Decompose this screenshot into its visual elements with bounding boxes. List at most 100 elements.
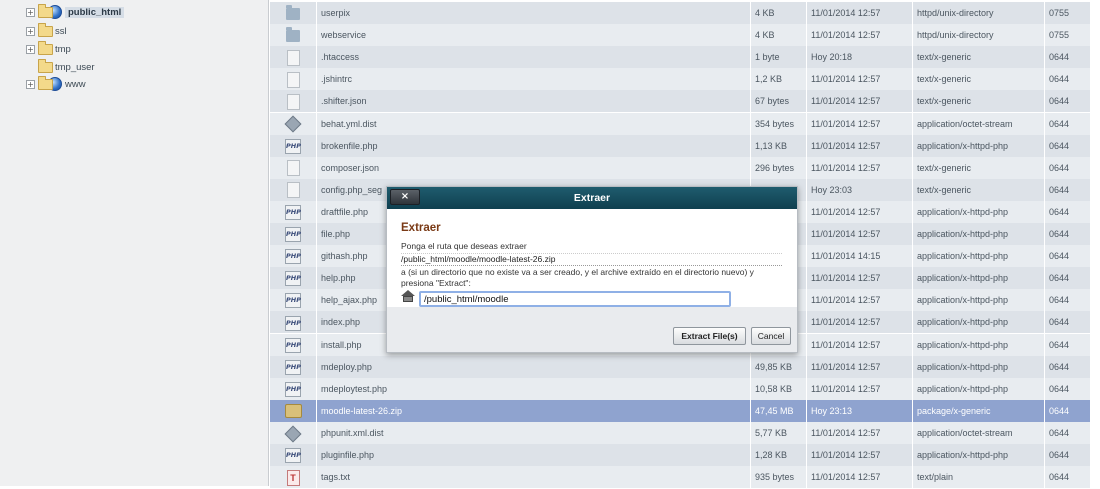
file-name[interactable]: pluginfile.php: [316, 444, 750, 466]
file-permissions: 0644: [1044, 245, 1090, 268]
expand-icon[interactable]: +: [26, 79, 35, 89]
generic-file-icon: [286, 94, 300, 111]
file-date: Hoy 23:03: [806, 178, 912, 201]
file-date: Hoy 23:13: [806, 399, 912, 422]
file-date: 11/01/2014 12:57: [806, 333, 912, 356]
file-row[interactable]: .htaccess 1 byte Hoy 20:18 text/x-generic 06…: [270, 46, 1090, 70]
tree-label[interactable]: tmp: [55, 44, 71, 55]
file-permissions: 0644: [1044, 46, 1090, 69]
file-icon-cell: PHP: [270, 444, 316, 466]
file-name[interactable]: mdeploy.php: [316, 355, 750, 378]
file-date: 11/01/2014 12:57: [806, 289, 912, 312]
file-name[interactable]: mdeploytest.php: [316, 377, 750, 400]
file-date: 11/01/2014 12:57: [806, 68, 912, 91]
file-row[interactable]: moodle-latest-26.zip 47,45 MB Hoy 23:13 pac…: [270, 399, 1090, 423]
file-row[interactable]: behat.yml.dist 354 bytes 11/01/2014 12:57 a…: [270, 112, 1090, 136]
tree-label[interactable]: www: [65, 79, 86, 90]
tree-node-tmp[interactable]: + tmp: [26, 40, 71, 57]
folder-icon: [38, 58, 53, 73]
php-file-icon: PHP: [285, 337, 301, 353]
folder-icon: [38, 75, 53, 90]
file-name[interactable]: webservice: [316, 24, 750, 47]
tree-node-ssl[interactable]: + ssl: [26, 22, 67, 39]
dialog-note-line2: presiona "Extract":: [401, 278, 471, 288]
file-type: text/x-generic: [912, 178, 1044, 201]
file-name[interactable]: .jshintrc: [316, 68, 750, 91]
file-size: 4 KB: [750, 2, 806, 24]
file-permissions: 0644: [1044, 289, 1090, 312]
extract-files-button[interactable]: Extract File(s): [673, 327, 746, 345]
file-row[interactable]: composer.json 296 bytes 11/01/2014 12:57 te…: [270, 156, 1090, 180]
file-name[interactable]: .shifter.json: [316, 90, 750, 113]
file-permissions: 0644: [1044, 178, 1090, 201]
cancel-button[interactable]: Cancel: [751, 327, 791, 345]
file-type: text/x-generic: [912, 156, 1044, 179]
file-icon-cell: [270, 68, 316, 90]
generic-file-icon: [286, 182, 300, 199]
file-permissions: 0644: [1044, 311, 1090, 334]
file-date: 11/01/2014 12:57: [806, 267, 912, 290]
tree-node-www[interactable]: + www: [26, 75, 86, 92]
tree-label[interactable]: public_html: [65, 6, 125, 18]
php-file-icon: PHP: [285, 227, 301, 243]
destination-path-input[interactable]: [419, 291, 731, 307]
file-name[interactable]: moodle-latest-26.zip: [316, 399, 750, 422]
file-row[interactable]: PHP mdeploy.php 49,85 KB 11/01/2014 12:57 ap…: [270, 355, 1090, 379]
dialog-titlebar[interactable]: × Extraer: [387, 187, 797, 209]
binary-file-icon: [284, 115, 302, 133]
file-type: application/x-httpd-php: [912, 267, 1044, 290]
file-icon-cell: T: [270, 466, 316, 488]
file-name[interactable]: behat.yml.dist: [316, 112, 750, 135]
file-type: application/x-httpd-php: [912, 223, 1044, 245]
file-type: text/x-generic: [912, 90, 1044, 113]
file-row[interactable]: userpix 4 KB 11/01/2014 12:57 httpd/unix-di…: [270, 2, 1090, 25]
file-row[interactable]: phpunit.xml.dist 5,77 KB 11/01/2014 12:57 a…: [270, 421, 1090, 445]
dialog-title: Extraer: [573, 192, 611, 204]
file-name[interactable]: .htaccess: [316, 46, 750, 69]
file-type: application/x-httpd-php: [912, 200, 1044, 223]
file-icon-cell: PHP: [270, 201, 316, 223]
tree-label[interactable]: ssl: [55, 26, 67, 37]
file-row[interactable]: PHP pluginfile.php 1,28 KB 11/01/2014 12:57…: [270, 444, 1090, 467]
php-file-icon: PHP: [285, 448, 301, 464]
file-date: 11/01/2014 12:57: [806, 2, 912, 24]
file-permissions: 0644: [1044, 421, 1090, 444]
binary-file-icon: [284, 425, 302, 443]
php-file-icon: PHP: [285, 381, 301, 397]
file-date: 11/01/2014 12:57: [806, 355, 912, 378]
file-icon-cell: [270, 113, 316, 135]
file-permissions: 0644: [1044, 223, 1090, 245]
file-type: application/x-httpd-php: [912, 134, 1044, 157]
file-row[interactable]: .shifter.json 67 bytes 11/01/2014 12:57 tex…: [270, 90, 1090, 114]
expand-icon[interactable]: +: [26, 7, 35, 17]
expand-icon[interactable]: +: [26, 26, 35, 36]
file-row[interactable]: webservice 4 KB 11/01/2014 12:57 httpd/unix…: [270, 24, 1090, 48]
file-name[interactable]: phpunit.xml.dist: [316, 421, 750, 444]
file-size: 1,13 KB: [750, 134, 806, 157]
file-icon-cell: PHP: [270, 356, 316, 378]
file-date: 11/01/2014 12:57: [806, 134, 912, 157]
file-row[interactable]: PHP mdeploytest.php 10,58 KB 11/01/2014 12:…: [270, 377, 1090, 401]
file-icon-cell: PHP: [270, 289, 316, 311]
file-size: 935 bytes: [750, 466, 806, 489]
file-name[interactable]: userpix: [316, 2, 750, 24]
file-row[interactable]: .jshintrc 1,2 KB 11/01/2014 12:57 text/x-ge…: [270, 68, 1090, 92]
file-name[interactable]: composer.json: [316, 156, 750, 179]
file-size: 49,85 KB: [750, 355, 806, 378]
file-name[interactable]: brokenfile.php: [316, 134, 750, 157]
file-permissions: 0644: [1044, 399, 1090, 422]
file-row[interactable]: PHP brokenfile.php 1,13 KB 11/01/2014 12:57…: [270, 134, 1090, 158]
file-permissions: 0644: [1044, 377, 1090, 400]
php-file-icon: PHP: [285, 315, 301, 331]
file-date: 11/01/2014 12:57: [806, 311, 912, 334]
close-icon[interactable]: ×: [390, 189, 420, 205]
tree-node-public-html[interactable]: + public_html: [26, 3, 125, 20]
file-permissions: 0644: [1044, 333, 1090, 356]
tree-node-tmp-user[interactable]: tmp_user: [26, 58, 95, 75]
file-permissions: 0644: [1044, 200, 1090, 223]
generic-file-icon: [286, 71, 300, 88]
tree-label[interactable]: tmp_user: [55, 62, 95, 73]
file-size: 4 KB: [750, 24, 806, 47]
expand-icon[interactable]: +: [26, 44, 35, 54]
file-name[interactable]: tags.txt: [316, 466, 750, 489]
